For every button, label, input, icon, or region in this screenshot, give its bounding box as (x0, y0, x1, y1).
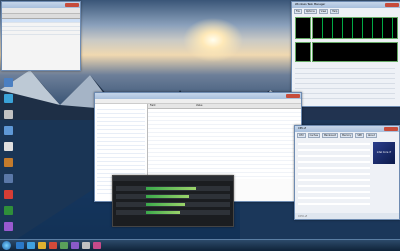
cpuz-window[interactable]: CPU-Z CPU Caches Mainboard Memory SPD Ab… (294, 125, 400, 220)
title-bar[interactable]: Windows Task Manager (292, 2, 400, 8)
voltage-bars (113, 181, 233, 220)
processor-fields (298, 139, 370, 209)
voltage-bar (116, 194, 230, 199)
window-controls[interactable] (286, 94, 300, 98)
menu-options[interactable]: Options (303, 9, 317, 14)
desktop-icon[interactable] (4, 142, 13, 151)
detail-list (148, 109, 301, 179)
desktop-icon[interactable] (4, 222, 13, 231)
taskbar-item-app[interactable] (49, 242, 57, 249)
window-controls[interactable] (384, 127, 398, 131)
desktop-icon[interactable] (4, 206, 13, 215)
menu-view[interactable]: View (318, 9, 329, 14)
tab-mainboard[interactable]: Mainboard (321, 133, 339, 138)
cpuz-footer: CPU-Z (295, 213, 399, 219)
window-title: CPU-Z (298, 127, 306, 130)
tab-about[interactable]: About (365, 133, 377, 138)
menu-help[interactable]: Help (330, 9, 340, 14)
cpu-usage-gauge (295, 17, 311, 39)
desktop-icon[interactable] (4, 190, 13, 199)
desktop-icon[interactable] (4, 158, 13, 167)
window-controls[interactable] (385, 3, 399, 7)
taskbar-item-ie[interactable] (16, 242, 24, 249)
taskbar-item-explorer[interactable] (27, 242, 35, 249)
tab-spd[interactable]: SPD (355, 133, 364, 138)
voltage-bar-fill (146, 211, 180, 214)
tab-cpu[interactable]: CPU (297, 133, 306, 138)
cpu-history-graph (312, 17, 398, 39)
desktop-icon[interactable] (4, 110, 13, 119)
title-bar[interactable]: CPU-Z (295, 126, 399, 132)
tab-bar: CPU Caches Mainboard Memory SPD About (295, 132, 399, 139)
cpuz-brand: CPU-Z (298, 214, 308, 218)
tab-memory[interactable]: Memory (340, 133, 354, 138)
tab-caches[interactable]: Caches (307, 133, 320, 138)
table-row (2, 31, 80, 35)
voltage-bar-fill (146, 195, 189, 198)
desktop-icon[interactable] (4, 174, 13, 183)
menu-bar: File Options View Help (292, 8, 400, 15)
column-value: Value (196, 104, 203, 107)
taskbar-item-app[interactable] (71, 242, 79, 249)
desktop-icon[interactable] (4, 126, 13, 135)
voltage-bar-fill (146, 187, 196, 190)
overclock-tool-window[interactable] (112, 175, 234, 227)
utility-window[interactable] (1, 1, 81, 71)
taskbar-item-app[interactable] (60, 242, 68, 249)
title-bar[interactable] (2, 2, 80, 8)
column-field: Field (150, 104, 156, 107)
memory-gauge (295, 42, 311, 62)
stats-panel (295, 64, 395, 100)
start-button[interactable] (2, 241, 11, 250)
taskbar-item-app[interactable] (82, 242, 90, 249)
taskbar (0, 239, 400, 251)
window-controls[interactable] (65, 3, 79, 7)
voltage-bar (116, 186, 230, 191)
taskbar-item-media[interactable] (38, 242, 46, 249)
desktop-icon[interactable] (4, 94, 13, 103)
taskbar-item-app[interactable] (93, 242, 101, 249)
desktop-icon[interactable] (4, 78, 13, 87)
menu-file[interactable]: File (294, 9, 302, 14)
window-title: Windows Task Manager (295, 3, 326, 6)
voltage-bar-fill (146, 203, 185, 206)
title-bar[interactable] (95, 93, 301, 99)
memory-history-graph (312, 42, 398, 62)
intel-core-i7-logo: intel Core i7 (373, 142, 395, 164)
data-table (2, 19, 80, 35)
system-tray (358, 241, 398, 250)
voltage-bar (116, 210, 230, 215)
voltage-bar (116, 202, 230, 207)
task-manager-window[interactable]: Windows Task Manager File Options View H… (291, 1, 400, 107)
